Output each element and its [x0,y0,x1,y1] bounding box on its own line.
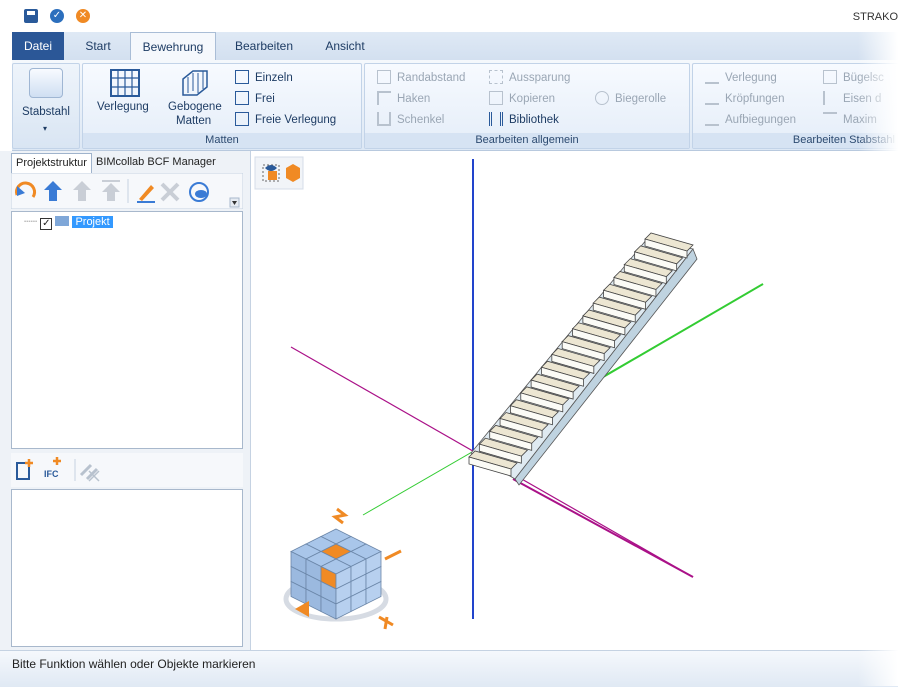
chevron-down-icon[interactable]: ▾ [43,124,47,133]
biegerolle-label: Biegerolle [615,93,667,105]
ribbon: Stabstahl ▾ Verlegung Gebogene Matten Ei… [12,60,898,151]
stab-verlegung-label: Verlegung [725,72,777,84]
aussparung-button[interactable]: Aussparung [489,70,570,84]
title-bar: ✓ ✕ STRAKO [0,0,898,32]
haken-button[interactable]: Haken [377,91,430,105]
matten-verlegung-button[interactable]: Verlegung [97,101,149,113]
axis-magenta-thick [512,478,694,578]
freie-verlegung-label: Freie Verlegung [255,114,337,126]
tree-connector: ┄┄ [24,216,38,228]
kroepfungen-label: Kröpfungen [725,93,785,105]
status-text: Bitte Funktion wählen oder Objekte marki… [12,657,256,671]
bar-layout-icon [705,70,719,84]
library-icon [489,112,503,126]
left-panel: Projektstruktur BIMcollab BCF Manager ┄┄… [0,151,251,650]
single-mesh-icon [235,70,249,84]
buegel-label: Bügelsc [843,72,884,84]
hook-icon [377,91,391,105]
rebar-icon [823,91,837,105]
stirrup-icon [823,70,837,84]
group-stabstahl: Stabstahl ▾ [12,63,80,149]
tab-bewehrung[interactable]: Bewehrung [130,32,216,61]
close-icon[interactable]: ✕ [76,9,90,23]
group-matten: Verlegung Gebogene Matten Einzeln Frei F… [82,63,362,149]
randabstand-button[interactable]: Randabstand [377,70,465,84]
3d-viewport[interactable] [251,151,898,650]
group-matten-label: Matten [83,133,361,148]
edge-distance-icon [377,70,391,84]
freie-verlegung-button[interactable]: Freie Verlegung [235,112,336,126]
maxim-button[interactable]: Maxim [823,112,877,126]
einzeln-label: Einzeln [255,72,293,84]
gebogene-label-1[interactable]: Gebogene [168,101,222,113]
schenkel-label: Schenkel [397,114,445,126]
bibliothek-button[interactable]: Bibliothek [489,112,559,126]
biegerolle-button[interactable]: Biegerolle [595,91,666,105]
kopieren-button[interactable]: Kopieren [489,91,555,105]
aussparung-label: Aussparung [509,72,571,84]
kopieren-label: Kopieren [509,93,556,105]
dropdown-icon[interactable] [229,197,240,208]
ifc-label: IFC [44,469,59,479]
tree-label-projekt: Projekt [72,216,113,228]
aufbiegungen-button[interactable]: Aufbiegungen [705,112,796,126]
tab-bimcollab[interactable]: BIMcollab BCF Manager [92,153,220,172]
leg-icon [377,112,391,126]
schenkel-button[interactable]: Schenkel [377,112,444,126]
project-tree: ┄┄ ✓ Projekt [11,211,243,449]
group-bearbeiten-allgemein-label: Bearbeiten allgemein [365,133,689,148]
haken-label: Haken [397,93,431,105]
bend-up-icon [705,112,719,126]
maxim-label: Maxim [843,114,877,126]
tab-bearbeiten[interactable]: Bearbeiten [224,32,304,60]
einzeln-button[interactable]: Einzeln [235,70,293,84]
maximum-icon [823,112,837,126]
eisen-button[interactable]: Eisen d [823,91,881,105]
save-icon[interactable] [24,9,38,23]
aufbiegungen-label: Aufbiegungen [725,114,796,126]
tab-datei[interactable]: Datei [12,32,64,60]
bent-mesh-icon [182,70,208,96]
free-mesh-icon [235,91,249,105]
stabstahl-icon [29,68,63,98]
buegel-button[interactable]: Bügelsc [823,70,884,84]
tab-projektstruktur[interactable]: Projektstruktur [11,153,92,173]
ribbon-tab-bar: Datei Start Bewehrung Bearbeiten Ansicht [12,32,898,61]
status-bar: Bitte Funktion wählen oder Objekte marki… [0,650,898,687]
frei-button[interactable]: Frei [235,91,275,105]
scene [254,156,764,630]
gebogene-label-2[interactable]: Matten [176,115,211,127]
y-arrow-icon[interactable] [384,549,402,561]
tree-node-projekt[interactable]: ┄┄ ✓ Projekt [24,215,113,230]
stab-verlegung-button[interactable]: Verlegung [705,70,777,84]
group-bearbeiten-stabstahl: Verlegung Kröpfungen Aufbiegungen Bügels… [692,63,898,149]
x-arrow-icon[interactable] [378,615,394,630]
grid-plus-icon [235,112,249,126]
checkbox[interactable]: ✓ [40,218,53,230]
bibliothek-label: Bibliothek [509,114,559,126]
randabstand-label: Randabstand [397,72,466,84]
crank-icon [705,91,719,105]
app-title: STRAKO [852,11,898,23]
panel-toolbar [11,173,243,209]
kroepfungen-button[interactable]: Kröpfungen [705,91,784,105]
folder-icon [55,216,70,226]
group-bearbeiten-allgemein: Randabstand Haken Schenkel Aussparung Ko… [364,63,690,149]
copy-icon [489,91,503,105]
eisen-label: Eisen d [843,93,882,105]
frei-label: Frei [255,93,275,105]
z-arrow-icon[interactable] [331,507,349,525]
stabstahl-button[interactable]: Stabstahl [22,106,70,118]
model-list [11,489,243,647]
tab-start[interactable]: Start [74,32,122,60]
opening-icon [489,70,503,84]
check-icon[interactable]: ✓ [50,9,64,23]
bending-roll-icon [595,91,609,105]
navigation-cube[interactable] [283,507,402,630]
group-bearbeiten-stabstahl-label: Bearbeiten Stabstahl [693,133,898,148]
tab-ansicht[interactable]: Ansicht [314,32,376,60]
mesh-layout-icon [110,69,140,97]
